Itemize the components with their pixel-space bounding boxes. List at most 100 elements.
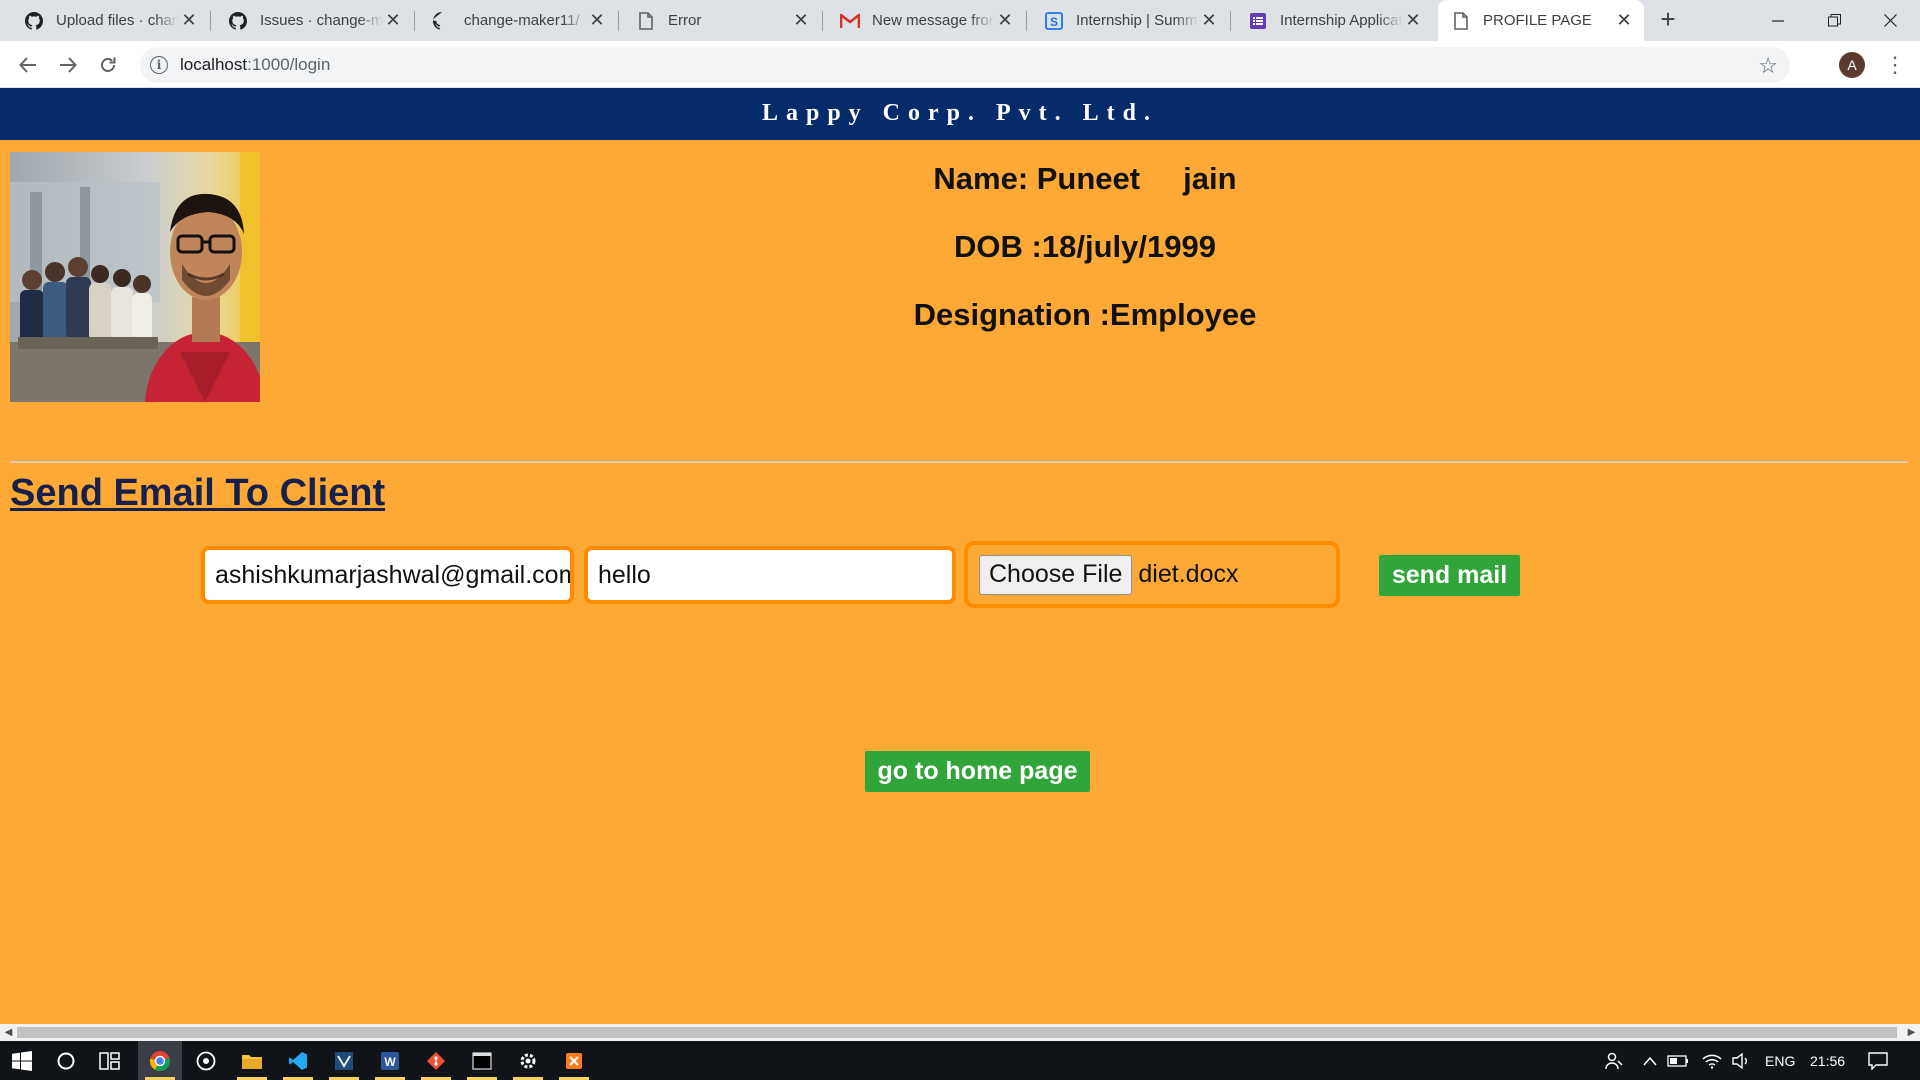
restore-button[interactable] <box>1806 0 1862 41</box>
close-tab-icon[interactable]: ✕ <box>791 10 811 31</box>
svg-text:S: S <box>1050 15 1058 29</box>
tab-internship-application[interactable]: Internship Application ✕ <box>1235 0 1433 41</box>
media-player-icon[interactable] <box>184 1041 228 1080</box>
reload-icon <box>101 57 116 72</box>
app-icon[interactable] <box>322 1041 366 1080</box>
tab-gmail[interactable]: New message from ✕ <box>827 0 1025 41</box>
file-explorer-icon[interactable] <box>230 1041 274 1080</box>
clock[interactable]: 21:56 <box>1810 1041 1845 1080</box>
profile-dob: DOB :18/july/1999 <box>954 229 1216 264</box>
horizontal-scrollbar[interactable]: ◀ ▶ <box>0 1024 1920 1041</box>
reload-button[interactable] <box>94 51 122 79</box>
forward-button[interactable] <box>54 51 82 79</box>
close-tab-icon[interactable]: ✕ <box>995 10 1015 31</box>
battery-icon[interactable] <box>1667 1041 1689 1080</box>
profile-info: Name: Puneet jain DOB :18/july/1999 Desi… <box>0 160 1920 364</box>
close-tab-icon[interactable]: ✕ <box>383 10 403 31</box>
browser-toolbar: i localhost:1000/login ☆ A ⋮ <box>0 41 1920 88</box>
tab-internship[interactable]: S Internship | Summer ✕ <box>1031 0 1229 41</box>
xampp-icon[interactable] <box>552 1041 596 1080</box>
forward-arrow-icon <box>60 57 77 73</box>
close-tab-icon[interactable]: ✕ <box>1614 10 1634 31</box>
wifi-icon[interactable] <box>1702 1041 1722 1080</box>
people-icon[interactable] <box>1604 1041 1624 1080</box>
tab-error[interactable]: Error ✕ <box>623 0 821 41</box>
file-upload-field[interactable]: Choose File diet.docx <box>964 541 1340 608</box>
terminal-icon[interactable] <box>460 1041 504 1080</box>
close-tab-icon[interactable]: ✕ <box>179 10 199 31</box>
task-view-icon[interactable] <box>88 1041 132 1080</box>
go-home-button[interactable]: go to home page <box>865 751 1090 792</box>
tab-title: PROFILE PAGE <box>1483 12 1592 29</box>
tab-separator <box>1026 11 1027 31</box>
profile-avatar[interactable]: A <box>1839 52 1865 78</box>
back-button[interactable] <box>14 51 42 79</box>
page-icon <box>636 11 656 31</box>
tab-separator <box>210 11 211 31</box>
internshala-icon: S <box>1044 11 1064 31</box>
browser-menu-icon[interactable]: ⋮ <box>1884 51 1906 79</box>
page-icon <box>1451 11 1471 31</box>
github-icon <box>24 11 44 31</box>
send-mail-button[interactable]: send mail <box>1379 555 1520 596</box>
close-icon <box>1883 14 1897 27</box>
settings-gear-icon[interactable] <box>506 1041 550 1080</box>
restore-icon <box>1827 14 1841 27</box>
close-tab-icon[interactable]: ✕ <box>1199 10 1219 31</box>
tab-issues[interactable]: Issues · change-maker11 ✕ <box>215 0 413 41</box>
language-indicator[interactable]: ENG <box>1765 1041 1795 1080</box>
tab-strip: Upload files · change-maker11 ✕ Issues ·… <box>0 0 1920 41</box>
send-email-heading[interactable]: Send Email To Client <box>10 472 385 515</box>
tab-title: change-maker11/ <box>464 12 580 29</box>
tab-title: New message from <box>872 12 995 29</box>
cortana-search-icon[interactable] <box>44 1041 88 1080</box>
tab-title: Internship | Summer <box>1076 12 1199 29</box>
new-tab-button[interactable]: + <box>1656 6 1680 32</box>
tab-title: Error <box>668 12 702 29</box>
word-icon[interactable]: W <box>368 1041 412 1080</box>
close-tab-icon[interactable]: ✕ <box>1403 10 1423 31</box>
action-center-icon[interactable] <box>1868 1041 1888 1080</box>
tab-title: Issues · change-maker11 <box>260 12 383 29</box>
scrollbar-thumb[interactable] <box>17 1027 1897 1038</box>
company-banner: Lappy Corp. Pvt. Ltd. <box>0 88 1920 140</box>
forms-icon <box>1248 11 1268 31</box>
back-arrow-icon <box>19 57 36 73</box>
address-bar[interactable]: i localhost:1000/login ☆ <box>140 47 1790 83</box>
tab-separator <box>822 11 823 31</box>
close-window-button[interactable] <box>1862 0 1918 41</box>
github-icon <box>432 11 452 31</box>
url-text[interactable]: localhost:1000/login <box>180 55 330 75</box>
windows-start-icon[interactable] <box>0 1041 44 1080</box>
vscode-icon[interactable] <box>276 1041 320 1080</box>
url-path: :1000/login <box>247 55 331 74</box>
windows-taskbar: W ENG 21:56 <box>0 1041 1920 1080</box>
minimize-button[interactable] <box>1750 0 1806 41</box>
message-field[interactable]: hello <box>584 546 956 604</box>
tab-upload-files[interactable]: Upload files · change-maker11 ✕ <box>11 0 209 41</box>
show-hidden-icons-icon[interactable] <box>1643 1041 1657 1080</box>
email-field[interactable]: ashishkumarjashwal@gmail.com <box>201 546 574 604</box>
close-tab-icon[interactable]: ✕ <box>587 10 607 31</box>
tab-separator <box>1230 11 1231 31</box>
tab-title: Internship Application <box>1280 12 1403 29</box>
tab-separator <box>414 11 415 31</box>
page-viewport: Lappy Corp. Pvt. Ltd. Name: Puneet jain … <box>0 88 1920 1024</box>
bookmark-star-icon[interactable]: ☆ <box>1758 53 1778 79</box>
tab-separator <box>618 11 619 31</box>
volume-icon[interactable] <box>1731 1041 1751 1080</box>
tab-profile-page[interactable]: PROFILE PAGE ✕ <box>1438 0 1644 41</box>
selected-file-name: diet.docx <box>1138 560 1239 588</box>
chrome-taskbar-icon[interactable] <box>138 1041 182 1080</box>
choose-file-button[interactable]: Choose File <box>979 554 1133 595</box>
scroll-left-icon[interactable]: ◀ <box>0 1024 17 1041</box>
github-icon <box>228 11 248 31</box>
scroll-right-icon[interactable]: ▶ <box>1903 1024 1920 1041</box>
tab-title: Upload files · change-maker11 <box>56 12 179 29</box>
git-icon[interactable] <box>414 1041 458 1080</box>
profile-name: Name: Puneet jain <box>933 161 1237 196</box>
svg-text:W: W <box>384 1055 396 1069</box>
tab-repo[interactable]: change-maker11/ ✕ <box>419 0 617 41</box>
minimize-icon <box>1772 19 1784 22</box>
site-info-icon[interactable]: i <box>150 56 168 74</box>
